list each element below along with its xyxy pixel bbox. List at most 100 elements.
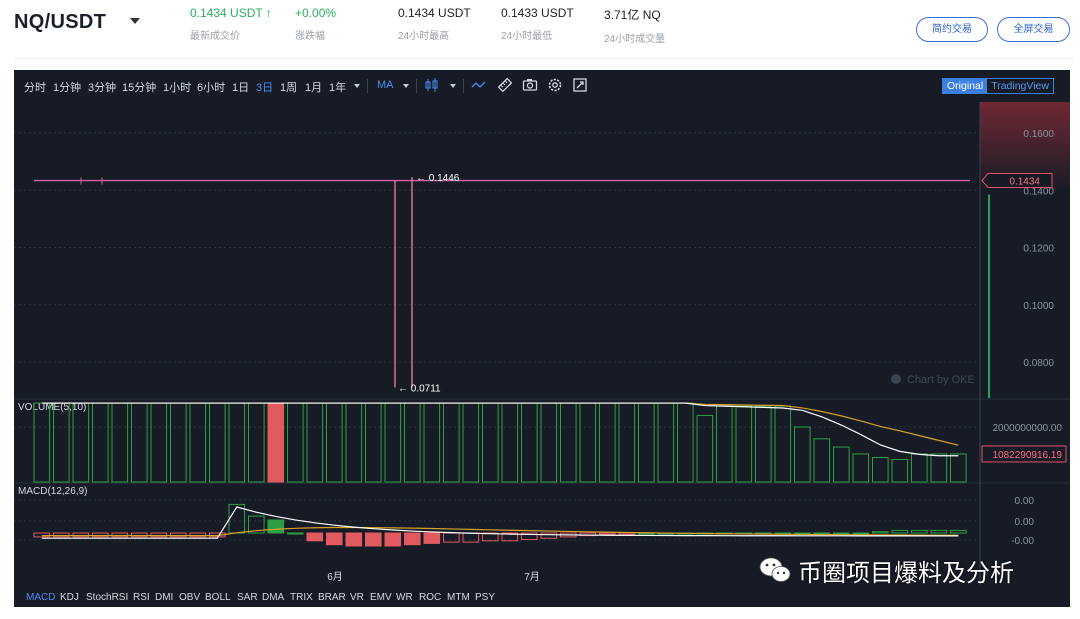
toolbar-divider <box>463 79 464 93</box>
candle-type-icon[interactable] <box>424 76 440 94</box>
indicator-tab[interactable]: VR <box>350 592 364 603</box>
macd-histogram-bar <box>891 529 909 534</box>
chevron-down-icon[interactable] <box>354 84 360 88</box>
indicator-tab[interactable]: ROC <box>419 592 441 603</box>
indicator-tabs: MACD KDJ StochRSI RSI DMI OBV BOLL SAR D… <box>14 590 1070 607</box>
volume-bar <box>891 458 909 483</box>
indicator-tab[interactable]: DMA <box>262 592 284 603</box>
settings-icon[interactable] <box>547 76 563 94</box>
fullscreen-trade-button[interactable]: 全屏交易 <box>997 17 1070 42</box>
indicator-tab[interactable]: KDJ <box>60 592 79 603</box>
simple-trade-button[interactable]: 简约交易 <box>916 17 988 42</box>
stat-value: 0.1433 USDT <box>501 6 574 20</box>
indicator-tab[interactable]: WR <box>396 592 413 603</box>
macd-histogram-bar <box>950 529 967 534</box>
indicator-tab[interactable]: BOLL <box>205 592 231 603</box>
volume-bar <box>501 402 519 483</box>
volume-bar <box>72 402 90 483</box>
high-price-label: ← 0.1446 <box>416 173 460 184</box>
interval-1w[interactable]: 1周 <box>280 79 297 95</box>
volume-bar <box>384 402 402 483</box>
macd-histogram-bar <box>872 531 889 534</box>
interval-1mo[interactable]: 1月 <box>305 79 322 95</box>
interval-3d[interactable]: 3日 <box>256 79 273 95</box>
interval-6h[interactable]: 6小时 <box>197 79 225 95</box>
indicator-tab[interactable]: PSY <box>475 592 495 603</box>
chevron-down-icon[interactable] <box>130 18 140 24</box>
indicator-tab[interactable]: RSI <box>133 592 150 603</box>
view-tradingview-button[interactable]: TradingView <box>987 79 1053 93</box>
macd-histogram-bar <box>131 532 148 538</box>
interval-1d[interactable]: 1日 <box>232 79 249 95</box>
indicator-tab[interactable]: MACD <box>26 592 55 603</box>
indicator-tab[interactable]: DMI <box>155 592 173 603</box>
volume-bar <box>53 402 70 483</box>
macd-histogram-bar <box>72 532 90 538</box>
chart-credit: Chart by OKE <box>907 374 975 386</box>
chevron-down-icon[interactable] <box>403 84 409 88</box>
volume-bar <box>248 402 265 483</box>
stat-label: 24小时成交量 <box>604 34 666 45</box>
macd-histogram-bar <box>423 532 441 544</box>
view-toggle: Original TradingView <box>942 78 1054 94</box>
watermark: 币圈项目爆料及分析 <box>758 553 1014 587</box>
stat-value: 0.1434 USDT ↑ <box>190 6 272 20</box>
indicator-tab[interactable]: BRAR <box>318 592 346 603</box>
fullscreen-icon[interactable] <box>572 76 588 94</box>
volume-bar <box>306 402 324 483</box>
volume-bar <box>521 402 538 483</box>
volume-bar <box>930 453 948 483</box>
price-axis-tick: 0.1200 <box>1023 244 1054 255</box>
volume-axis-tick: 2000000000.00 <box>992 423 1062 434</box>
indicator-tab[interactable]: StochRSI <box>86 592 128 603</box>
indicator-tab[interactable]: MTM <box>447 592 470 603</box>
watermark-text: 币圈项目爆料及分析 <box>798 559 1014 587</box>
toolbar-divider <box>416 79 417 93</box>
macd-histogram-bar <box>404 532 421 546</box>
stat-change: +0.00% 涨跌幅 <box>295 6 336 42</box>
volume-bar <box>131 402 148 483</box>
indicator-tab[interactable]: EMV <box>370 592 392 603</box>
interval-15m[interactable]: 15分钟 <box>122 79 156 95</box>
ruler-icon[interactable] <box>497 76 513 94</box>
macd-histogram-bar <box>189 532 207 538</box>
macd-histogram-bar <box>33 532 51 538</box>
price-axis-tick: 0.0800 <box>1023 358 1054 369</box>
indicator-tab[interactable]: OBV <box>179 592 200 603</box>
volume-bar <box>443 402 460 483</box>
volume-bar <box>92 402 109 483</box>
ma-indicator-select[interactable]: MA <box>377 79 394 91</box>
chart-canvas[interactable]: 0.16000.14000.12000.10000.0800← 0.1446← … <box>14 70 1070 607</box>
volume-bar <box>579 402 597 483</box>
stat-24h-low: 0.1433 USDT 24小时最低 <box>501 6 574 42</box>
interval-1y[interactable]: 1年 <box>329 79 346 95</box>
stat-value: 0.1434 USDT <box>398 6 471 20</box>
view-original-button[interactable]: Original <box>943 79 988 93</box>
camera-icon[interactable] <box>522 76 538 94</box>
stat-label: 24小时最低 <box>501 31 553 42</box>
macd-histogram-bar <box>911 529 928 534</box>
chevron-down-icon[interactable] <box>450 84 456 88</box>
indicator-tab[interactable]: TRIX <box>290 592 313 603</box>
macd-histogram-bar <box>365 532 382 547</box>
stat-label: 24小时最高 <box>398 31 450 42</box>
macd-histogram-bar <box>813 532 831 535</box>
interval-1h[interactable]: 1小时 <box>163 79 191 95</box>
kline-chart-panel: 0.1600 0.1400 0.1200 0.1000 0.0800 ← 0.1446 ← … <box>14 70 1070 607</box>
macd-histogram-bar <box>384 532 402 547</box>
interval-time[interactable]: 分时 <box>24 79 46 95</box>
macd-histogram-bar <box>462 532 480 543</box>
volume-bar <box>111 402 129 483</box>
stat-label: 最新成交价 <box>190 31 240 42</box>
indicator-tab[interactable]: SAR <box>237 592 258 603</box>
interval-3m[interactable]: 3分钟 <box>88 79 116 95</box>
pair-title[interactable]: NQ/USDT <box>14 11 106 34</box>
macd-pane-title: MACD(12,26,9) <box>18 486 87 497</box>
line-draw-icon[interactable] <box>471 76 487 94</box>
macd-histogram-bar <box>53 532 70 538</box>
volume-bar <box>228 402 246 483</box>
volume-bar <box>716 405 733 483</box>
volume-bar <box>813 438 831 483</box>
interval-1m[interactable]: 1分钟 <box>53 79 81 95</box>
time-axis-tick: 7月 <box>524 571 540 583</box>
